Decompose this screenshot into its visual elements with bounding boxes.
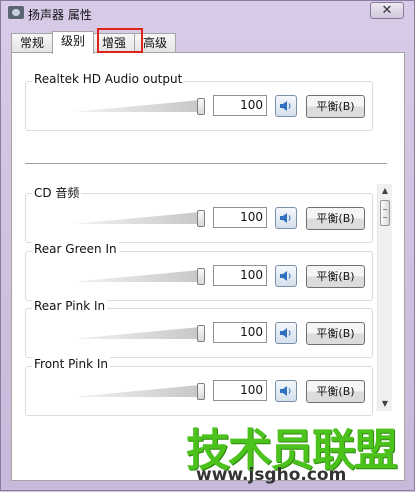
volume-ramp (72, 270, 200, 282)
speaker-app-icon (8, 6, 24, 19)
volume-ramp (72, 212, 200, 224)
channel-volume-slider[interactable] (72, 210, 205, 227)
channel-label: Rear Green In (32, 242, 119, 256)
main-output-group: Realtek HD Audio output 100 平衡(B) (25, 72, 373, 131)
channel-mute-button[interactable] (275, 322, 297, 344)
enhancements-tab-highlight (97, 28, 143, 53)
channel-volume-slider[interactable] (72, 325, 205, 342)
main-output-label: Realtek HD Audio output (32, 72, 185, 86)
levels-panel: Realtek HD Audio output 100 平衡(B) CD 音频 … (11, 52, 405, 481)
main-output-volume-input[interactable]: 100 (213, 95, 267, 116)
volume-slider-thumb[interactable] (197, 325, 205, 342)
main-output-balance-button[interactable]: 平衡(B) (306, 95, 365, 118)
channels-scrollbar[interactable]: ▲ ▼ (377, 184, 392, 411)
channel-volume-input[interactable]: 100 (213, 322, 267, 343)
tab-general[interactable]: 常规 (11, 33, 54, 53)
channel-balance-button[interactable]: 平衡(B) (306, 322, 365, 345)
channel-mute-button[interactable] (275, 380, 297, 402)
channel-group-rear-pink-in: Rear Pink In 100 平衡(B) (25, 299, 373, 358)
channel-label: CD 音频 (32, 184, 82, 201)
title-bar: 扬声器 属性 ✕ (1, 1, 414, 25)
tab-strip: 常规 级别 增强 高级 (11, 31, 177, 54)
channel-balance-button[interactable]: 平衡(B) (306, 265, 365, 288)
channel-group-cd-audio: CD 音频 100 平衡(B) (25, 184, 373, 243)
channel-label: Front Pink In (32, 357, 110, 371)
volume-slider-thumb[interactable] (197, 268, 205, 285)
channel-volume-input[interactable]: 100 (213, 265, 267, 286)
channel-label: Rear Pink In (32, 299, 108, 313)
channel-volume-input[interactable]: 100 (213, 207, 267, 228)
scrollbar-thumb[interactable] (380, 200, 390, 226)
channel-volume-slider[interactable] (72, 268, 205, 285)
volume-slider-thumb[interactable] (197, 98, 205, 115)
channel-group-rear-green-in: Rear Green In 100 平衡(B) (25, 242, 373, 301)
speaker-icon (280, 213, 291, 223)
volume-ramp (72, 327, 200, 339)
close-icon: ✕ (381, 3, 393, 18)
speaker-icon (280, 101, 291, 111)
volume-ramp (72, 385, 200, 397)
main-output-mute-button[interactable] (275, 95, 297, 117)
speaker-properties-window: 扬声器 属性 ✕ 常规 级别 增强 高级 Realtek HD Audio ou… (0, 0, 415, 491)
volume-ramp (72, 100, 200, 112)
close-button[interactable]: ✕ (370, 2, 404, 19)
channel-volume-slider[interactable] (72, 383, 205, 400)
window-title: 扬声器 属性 (28, 8, 92, 22)
volume-slider-thumb[interactable] (197, 210, 205, 227)
channel-volume-input[interactable]: 100 (213, 380, 267, 401)
speaker-icon (280, 271, 291, 281)
channel-mute-button[interactable] (275, 265, 297, 287)
channel-balance-button[interactable]: 平衡(B) (306, 207, 365, 230)
speaker-icon (280, 386, 291, 396)
channel-mute-button[interactable] (275, 207, 297, 229)
scroll-down-arrow-icon[interactable]: ▼ (379, 398, 391, 410)
speaker-icon (280, 328, 291, 338)
channel-group-front-pink-in: Front Pink In 100 平衡(B) (25, 357, 373, 416)
scroll-up-arrow-icon[interactable]: ▲ (379, 185, 391, 197)
main-output-volume-slider[interactable] (72, 98, 205, 115)
channel-balance-button[interactable]: 平衡(B) (306, 380, 365, 403)
tab-levels[interactable]: 级别 (52, 31, 95, 54)
volume-slider-thumb[interactable] (197, 383, 205, 400)
section-divider (25, 163, 387, 164)
